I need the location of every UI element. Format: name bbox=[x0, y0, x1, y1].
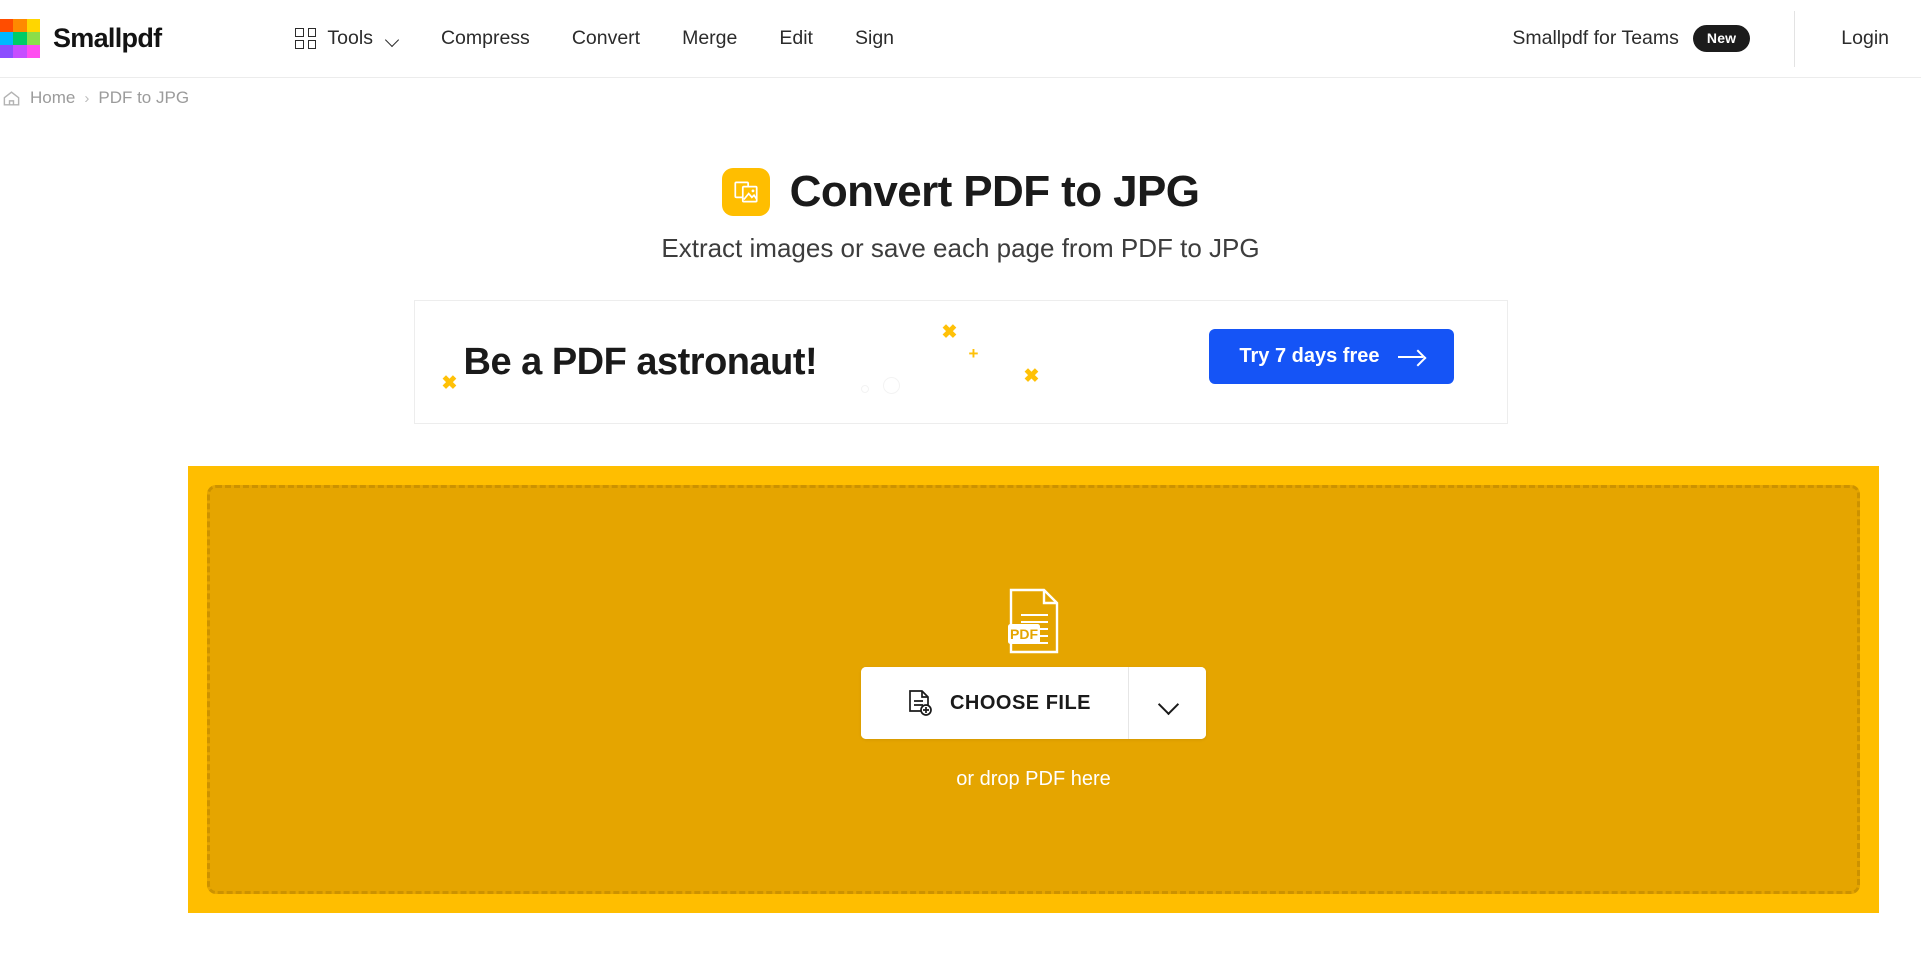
grid-icon bbox=[295, 28, 317, 49]
sparkle-icon: ✖ bbox=[441, 373, 458, 394]
document-add-icon bbox=[909, 690, 932, 716]
breadcrumb-current: PDF to JPG bbox=[98, 88, 190, 107]
promo-banner: Be a PDF astronaut! ✖ + ✖ ✖ ✖ Try 7 days… bbox=[413, 300, 1508, 424]
chevron-down-icon bbox=[1158, 697, 1178, 709]
nav-item-tools-label: Tools bbox=[327, 27, 373, 49]
new-badge: New bbox=[1692, 25, 1751, 52]
breadcrumb: Home › PDF to JPG bbox=[0, 77, 1921, 118]
teams-label: Smallpdf for Teams bbox=[1512, 27, 1679, 49]
try-free-label: Try 7 days free bbox=[1239, 345, 1380, 367]
pdf-file-icon-label: PDF bbox=[1010, 626, 1038, 642]
nav-item-tools[interactable]: Tools bbox=[285, 17, 420, 60]
nav-item-sign[interactable]: Sign bbox=[834, 17, 915, 60]
decorative-circle bbox=[882, 377, 900, 394]
breadcrumb-home[interactable]: Home bbox=[30, 88, 75, 108]
brand-logo[interactable]: Smallpdf bbox=[0, 18, 162, 59]
smallpdf-for-teams-link[interactable]: Smallpdf for Teams New bbox=[1512, 25, 1751, 52]
chevron-down-icon bbox=[386, 35, 399, 43]
choose-file-label: CHOOSE FILE bbox=[949, 691, 1092, 714]
plus-icon: + bbox=[968, 344, 979, 363]
file-dropzone[interactable]: PDF CHOOSE FILE or drop PDF here bbox=[188, 466, 1879, 913]
home-icon bbox=[3, 91, 20, 106]
hero-section: Convert PDF to JPG Extract images or sav… bbox=[0, 167, 1921, 264]
nav-item-merge[interactable]: Merge bbox=[661, 17, 758, 60]
sparkle-icon: ✖ bbox=[941, 322, 958, 343]
pdf-to-jpg-icon bbox=[721, 168, 770, 216]
top-navbar: Smallpdf Tools Compress Convert Merge Ed… bbox=[0, 0, 1921, 77]
nav-item-edit[interactable]: Edit bbox=[758, 17, 834, 60]
nav-item-convert[interactable]: Convert bbox=[551, 17, 661, 60]
drop-hint-text: or drop PDF here bbox=[956, 768, 1111, 790]
nav-divider bbox=[1794, 10, 1796, 67]
arrow-right-icon bbox=[1397, 350, 1424, 364]
try-free-button[interactable]: Try 7 days free bbox=[1209, 329, 1454, 384]
login-button[interactable]: Login bbox=[1841, 27, 1897, 50]
file-dropzone-inner[interactable]: PDF CHOOSE FILE or drop PDF here bbox=[207, 485, 1860, 894]
choose-file-control: CHOOSE FILE bbox=[860, 667, 1207, 739]
nav-links: Tools Compress Convert Merge Edit Sign bbox=[285, 17, 915, 60]
choose-file-dropdown-button[interactable] bbox=[1128, 667, 1207, 739]
page-subtitle: Extract images or save each page from PD… bbox=[661, 233, 1260, 263]
breadcrumb-separator: › bbox=[84, 89, 90, 107]
decorative-circle bbox=[860, 385, 869, 393]
nav-item-compress[interactable]: Compress bbox=[420, 17, 551, 60]
smallpdf-grid-logo-icon bbox=[0, 18, 40, 59]
promo-headline: Be a PDF astronaut! bbox=[463, 340, 818, 383]
choose-file-button[interactable]: CHOOSE FILE bbox=[860, 667, 1129, 739]
hero-title-row: Convert PDF to JPG bbox=[0, 167, 1921, 217]
brand-name: Smallpdf bbox=[53, 23, 162, 53]
nav-right-group: Smallpdf for Teams New Login bbox=[1512, 10, 1897, 67]
page-title: Convert PDF to JPG bbox=[789, 167, 1200, 216]
sparkle-icon: ✖ bbox=[1023, 366, 1040, 387]
pdf-file-icon: PDF bbox=[1007, 588, 1058, 654]
